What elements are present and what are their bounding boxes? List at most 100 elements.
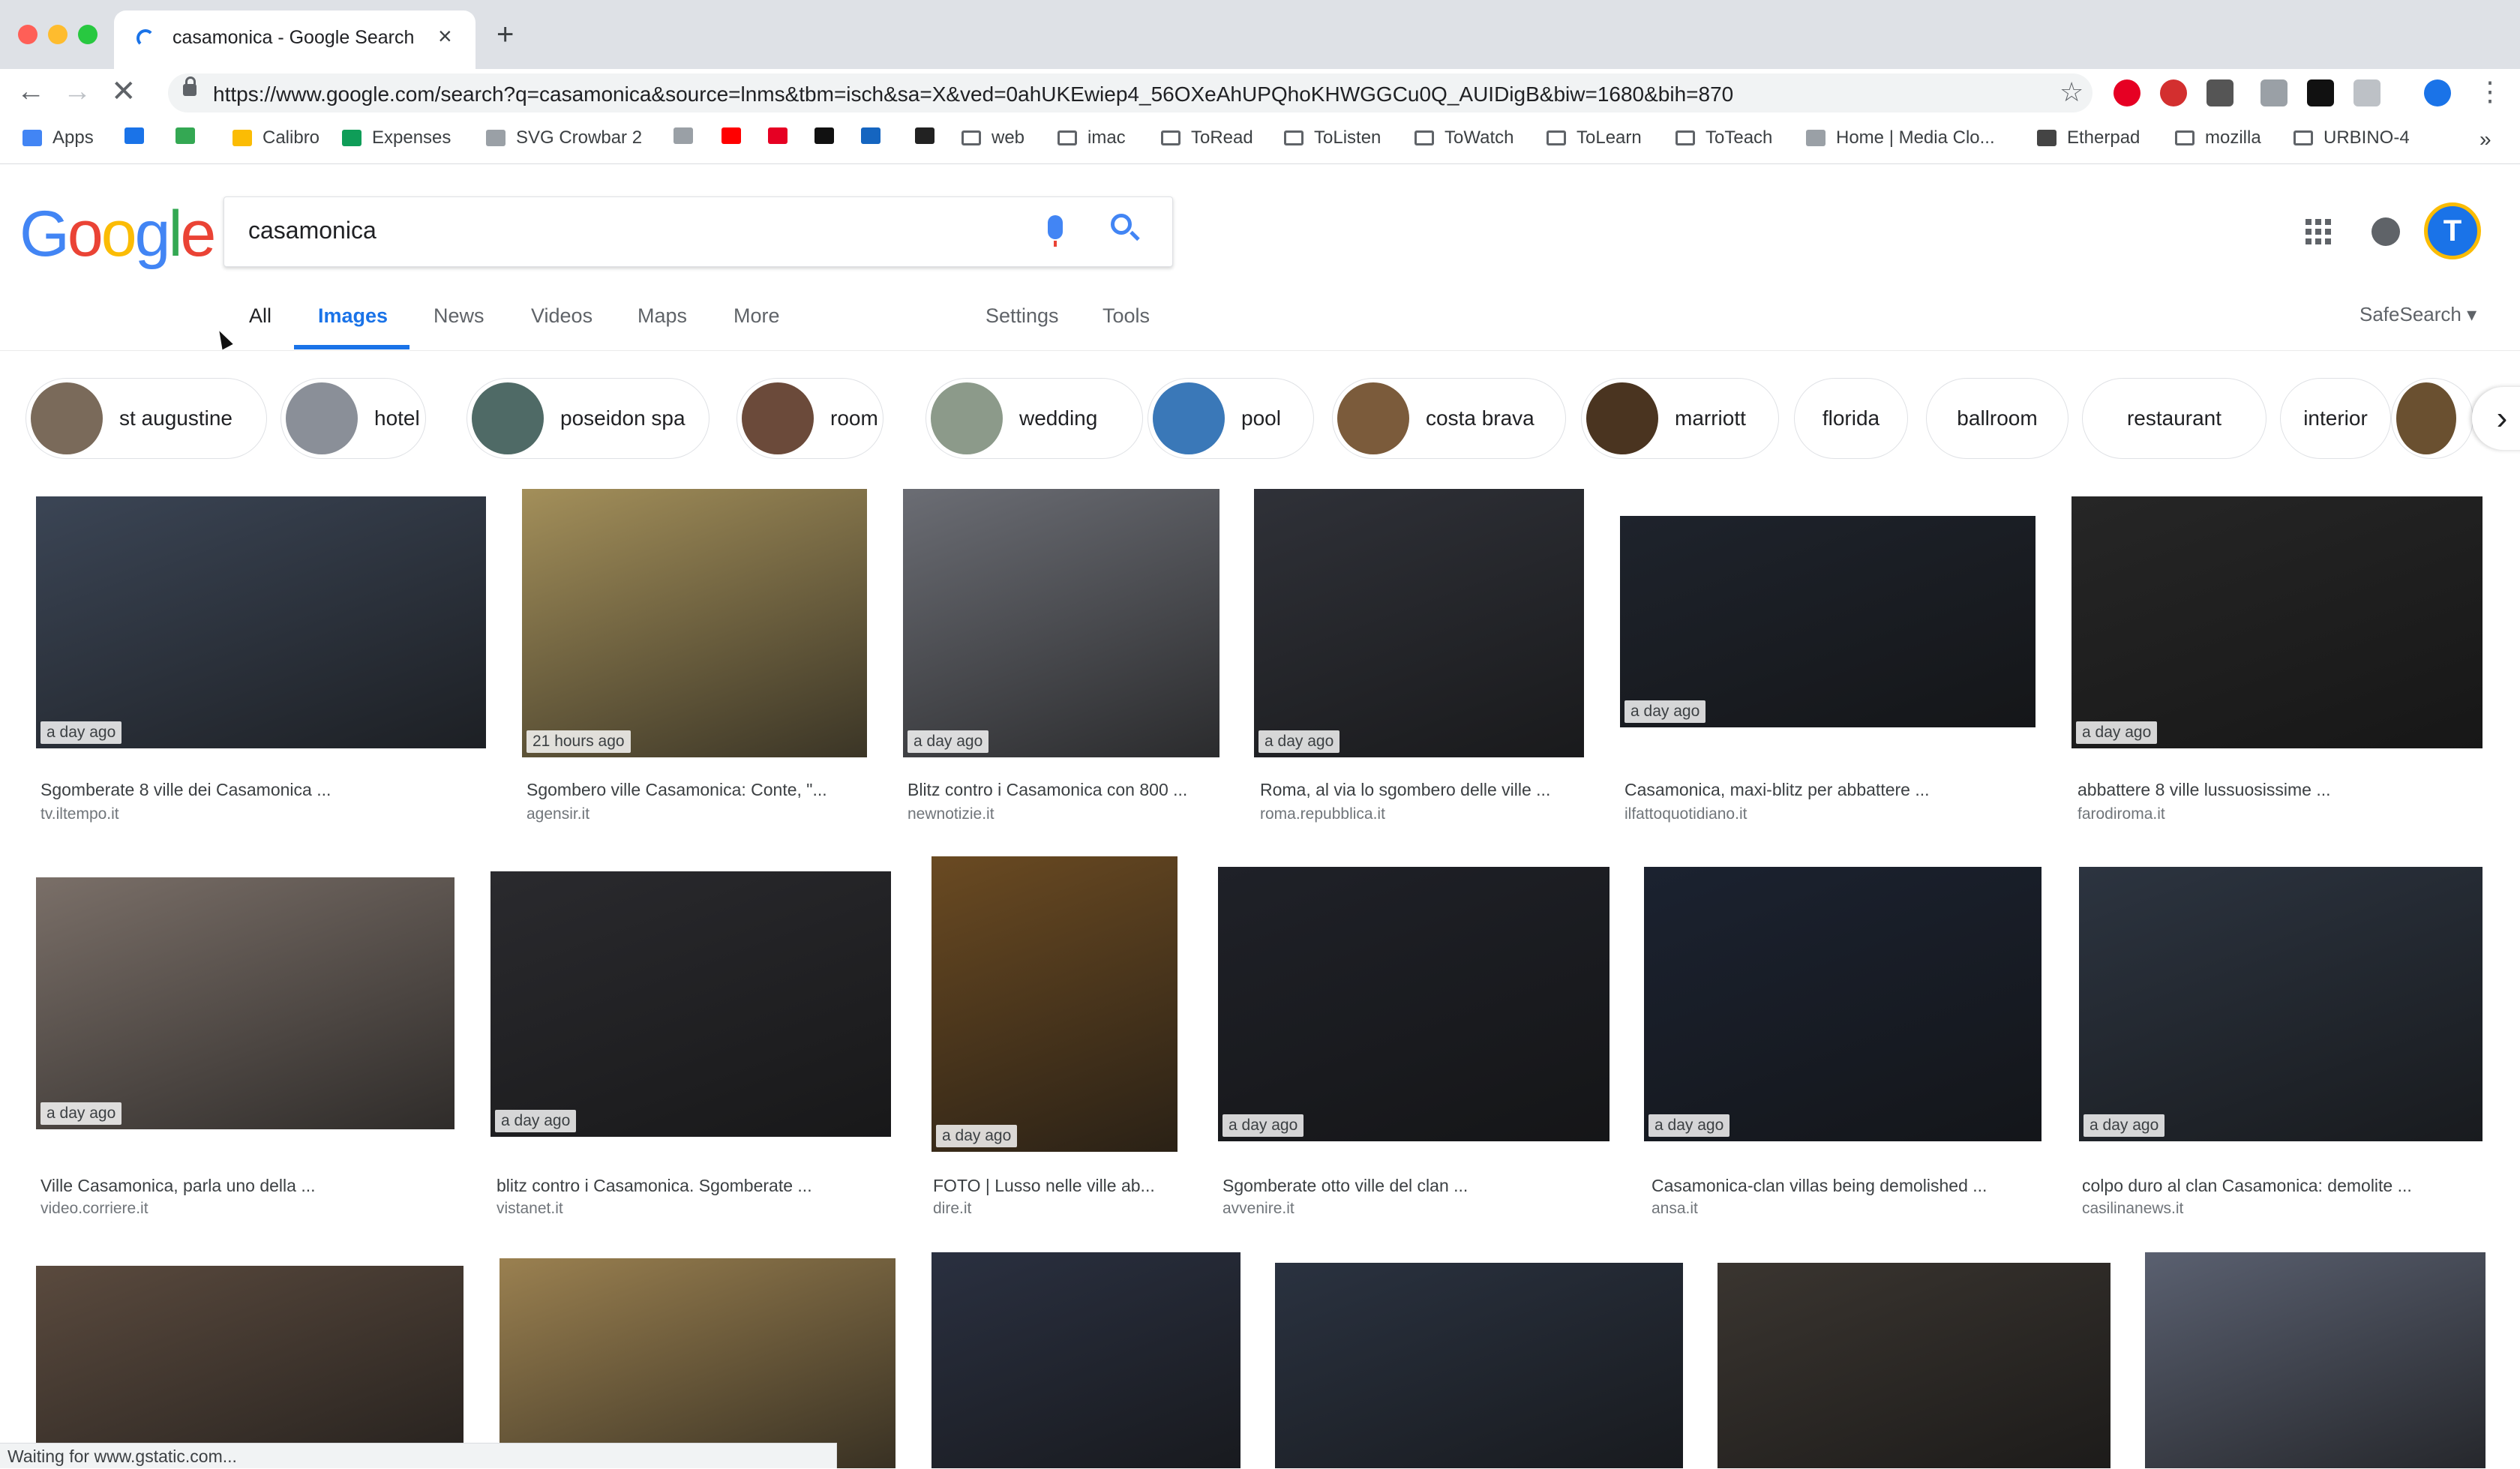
- result-thumbnail[interactable]: a day ago: [932, 856, 1178, 1152]
- result-thumbnail[interactable]: [2145, 1252, 2486, 1468]
- result-domain[interactable]: roma.repubblica.it: [1260, 805, 1385, 823]
- bookmark-item[interactable]: ToListen: [1284, 127, 1381, 148]
- search-chip[interactable]: pool: [1148, 378, 1314, 459]
- search-chip[interactable]: marriott: [1581, 378, 1779, 459]
- bookmark-item[interactable]: ToLearn: [1546, 127, 1642, 148]
- result-caption[interactable]: Casamonica, maxi-blitz per abbattere ...: [1624, 780, 1930, 800]
- google-apps-icon[interactable]: [2306, 219, 2331, 244]
- account-avatar[interactable]: T: [2424, 202, 2481, 259]
- camera-extension-icon[interactable]: [2260, 79, 2288, 106]
- search-chip[interactable]: interior: [2280, 378, 2391, 459]
- result-domain[interactable]: tv.iltempo.it: [40, 805, 119, 823]
- result-caption[interactable]: colpo duro al clan Casamonica: demolite …: [2082, 1176, 2412, 1196]
- result-thumbnail[interactable]: a day ago: [2072, 496, 2482, 748]
- tab-all[interactable]: All: [249, 304, 272, 328]
- bookmark-item[interactable]: [674, 127, 704, 144]
- result-domain[interactable]: agensir.it: [526, 805, 590, 823]
- tab-news[interactable]: News: [434, 304, 484, 328]
- bookmark-item[interactable]: ToTeach: [1676, 127, 1772, 148]
- result-domain[interactable]: video.corriere.it: [40, 1200, 148, 1218]
- result-thumbnail[interactable]: a day ago: [490, 871, 891, 1137]
- stop-loading-button[interactable]: ✕: [111, 76, 136, 106]
- result-caption[interactable]: Sgomberate otto ville del clan ...: [1222, 1176, 1468, 1196]
- bookmark-item[interactable]: [861, 127, 891, 144]
- forward-button[interactable]: →: [63, 76, 92, 106]
- bookmark-item[interactable]: Calibro: [232, 127, 320, 148]
- new-tab-button[interactable]: +: [496, 19, 514, 49]
- search-box[interactable]: casamonica: [224, 196, 1173, 267]
- result-caption[interactable]: Roma, al via lo sgombero delle ville ...: [1260, 780, 1550, 800]
- google-logo[interactable]: Google: [20, 196, 216, 271]
- result-domain[interactable]: farodiroma.it: [2078, 805, 2165, 823]
- result-thumbnail[interactable]: [500, 1258, 896, 1468]
- result-thumbnail[interactable]: [1718, 1263, 2110, 1468]
- address-bar[interactable]: https://www.google.com/search?q=casamoni…: [168, 73, 2092, 112]
- bookmark-item[interactable]: ToWatch: [1414, 127, 1514, 148]
- search-icon[interactable]: [1111, 214, 1132, 235]
- safesearch-dropdown[interactable]: SafeSearch ▾: [2360, 303, 2476, 326]
- result-caption[interactable]: Blitz contro i Casamonica con 800 ...: [908, 780, 1187, 800]
- browser-tab[interactable]: casamonica - Google Search ×: [114, 10, 476, 69]
- search-chip[interactable]: st augustine: [26, 378, 267, 459]
- result-caption[interactable]: Casamonica-clan villas being demolished …: [1652, 1176, 1987, 1196]
- minimize-window-button[interactable]: [48, 25, 68, 44]
- search-input[interactable]: casamonica: [248, 217, 376, 244]
- notifications-icon[interactable]: [2372, 217, 2400, 246]
- bookmark-item[interactable]: [915, 127, 945, 144]
- search-chip[interactable]: wedding: [926, 378, 1143, 459]
- result-thumbnail[interactable]: a day ago: [903, 489, 1220, 757]
- result-thumbnail[interactable]: a day ago: [1644, 867, 2042, 1141]
- bookmark-item[interactable]: Home | Media Clo...: [1806, 127, 1995, 148]
- search-chip[interactable]: room: [736, 378, 884, 459]
- bookmark-item[interactable]: mozilla: [2175, 127, 2261, 148]
- result-thumbnail[interactable]: a day ago: [36, 496, 486, 748]
- g-extension-icon[interactable]: [2307, 79, 2334, 106]
- bookmark-item[interactable]: Apps: [22, 127, 94, 148]
- result-thumbnail[interactable]: 21 hours ago: [522, 489, 867, 757]
- bookmark-item[interactable]: [768, 127, 798, 144]
- bookmark-item[interactable]: [124, 127, 154, 144]
- result-thumbnail[interactable]: a day ago: [1218, 867, 1610, 1141]
- search-chip[interactable]: [2391, 378, 2474, 459]
- tab-maps[interactable]: Maps: [638, 304, 687, 328]
- result-caption[interactable]: Sgombero ville Casamonica: Conte, "...: [526, 780, 827, 800]
- extension-icon[interactable]: [2206, 79, 2234, 106]
- result-domain[interactable]: avvenire.it: [1222, 1200, 1294, 1218]
- result-caption[interactable]: blitz contro i Casamonica. Sgomberate ..…: [496, 1176, 812, 1196]
- search-chip[interactable]: restaurant: [2082, 378, 2266, 459]
- result-thumbnail[interactable]: [932, 1252, 1240, 1468]
- bookmarks-overflow-button[interactable]: »: [2480, 127, 2492, 151]
- drive-extension-icon[interactable]: [2354, 79, 2380, 106]
- microphone-icon[interactable]: [1048, 215, 1063, 247]
- search-chip[interactable]: hotel: [280, 378, 426, 459]
- bookmark-item[interactable]: web: [962, 127, 1024, 148]
- lock-icon[interactable]: [183, 76, 196, 96]
- tab-tools[interactable]: Tools: [1102, 304, 1150, 328]
- bookmark-item[interactable]: [722, 127, 752, 144]
- browser-menu-icon[interactable]: ⋮: [2476, 76, 2504, 106]
- result-domain[interactable]: ilfattoquotidiano.it: [1624, 805, 1747, 823]
- result-thumbnail[interactable]: a day ago: [1254, 489, 1584, 757]
- tab-settings[interactable]: Settings: [986, 304, 1059, 328]
- pinterest-extension-icon[interactable]: [2114, 79, 2140, 106]
- result-thumbnail[interactable]: [1275, 1263, 1683, 1468]
- bookmark-item[interactable]: [814, 127, 844, 144]
- search-chip[interactable]: ballroom: [1926, 378, 2068, 459]
- url-text[interactable]: https://www.google.com/search?q=casamoni…: [213, 82, 1733, 106]
- result-domain[interactable]: casilinanews.it: [2082, 1200, 2183, 1218]
- result-domain[interactable]: dire.it: [933, 1200, 971, 1218]
- bookmark-item[interactable]: URBINO-4: [2294, 127, 2410, 148]
- result-caption[interactable]: Ville Casamonica, parla uno della ...: [40, 1176, 316, 1196]
- bookmark-item[interactable]: [176, 127, 206, 144]
- tab-images[interactable]: Images: [318, 304, 388, 328]
- close-tab-icon[interactable]: ×: [438, 22, 452, 50]
- result-caption[interactable]: FOTO | Lusso nelle ville ab...: [933, 1176, 1155, 1196]
- bookmark-item[interactable]: imac: [1058, 127, 1126, 148]
- tab-videos[interactable]: Videos: [531, 304, 592, 328]
- tab-more[interactable]: More: [734, 304, 780, 328]
- bookmark-item[interactable]: ToRead: [1161, 127, 1253, 148]
- result-domain[interactable]: newnotizie.it: [908, 805, 994, 823]
- search-chip[interactable]: poseidon spa: [466, 378, 710, 459]
- result-caption[interactable]: abbattere 8 ville lussuosissime ...: [2078, 780, 2331, 800]
- result-thumbnail[interactable]: [36, 1266, 464, 1468]
